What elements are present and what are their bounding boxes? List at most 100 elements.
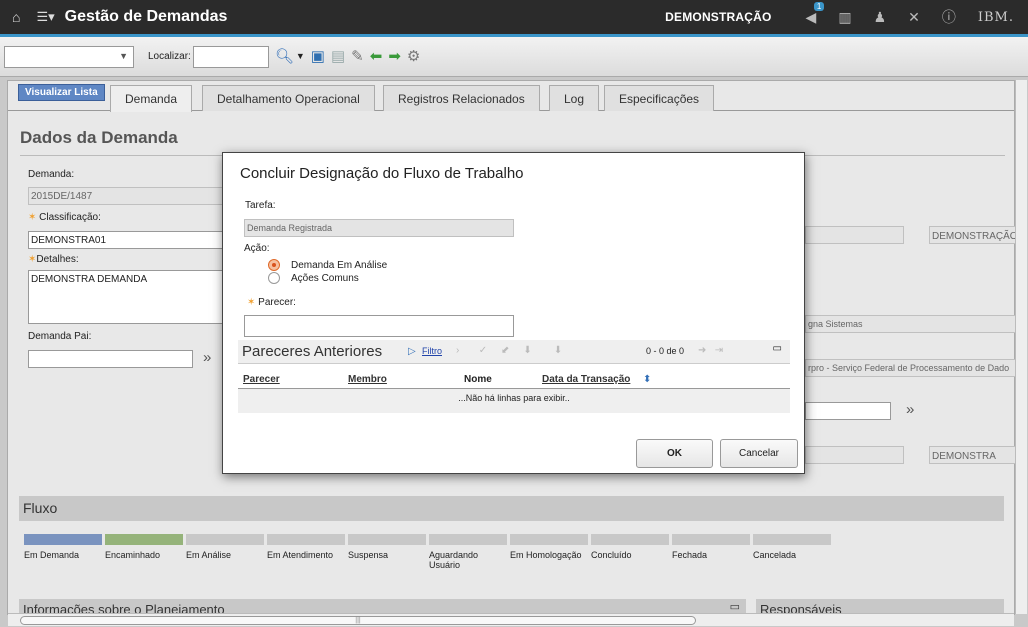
- option-radio-common[interactable]: [268, 272, 280, 284]
- bulletin-board-icon[interactable]: ◀ 1: [806, 1, 825, 26]
- right-field-5[interactable]: [805, 446, 904, 464]
- grid-title: Pareceres Anteriores: [242, 343, 383, 360]
- reports-icon[interactable]: ▥: [838, 9, 851, 26]
- flow-stage-label: Fechada: [672, 550, 708, 560]
- detail-menu-icon[interactable]: »: [203, 349, 211, 366]
- required-marker: ✶: [28, 212, 37, 223]
- details-label-text: Detalhes:: [36, 254, 79, 265]
- pager-text: 0 - 0 de 0: [646, 346, 685, 356]
- flow-stage-bar: [348, 534, 426, 545]
- profile-icon[interactable]: ♟: [874, 9, 887, 26]
- flow-stage-bar: [429, 534, 507, 545]
- app-title: Gestão de Demandas: [64, 8, 228, 25]
- pager-next-icon[interactable]: ➜ ⇥: [698, 345, 723, 356]
- flow-stage-bar: [267, 534, 345, 545]
- chevron-down-icon: ▼: [119, 50, 128, 61]
- ok-button[interactable]: OK: [636, 439, 713, 468]
- opinion-label-text: Parecer:: [258, 297, 296, 308]
- find-label: Localizar:: [148, 51, 191, 62]
- right-field-1[interactable]: DEMONSTRAÇÃO: [929, 226, 1017, 244]
- list-view-tab[interactable]: Visualizar Lista: [18, 84, 105, 101]
- option-label-common[interactable]: Ações Comuns: [291, 273, 359, 284]
- scroll-thumb[interactable]: |||: [20, 616, 696, 625]
- menu-icon[interactable]: ☰▾: [36, 9, 54, 25]
- col-transaction-date[interactable]: Data da Transação: [542, 374, 630, 385]
- search-icon[interactable]: 🔍︎: [275, 49, 294, 64]
- route-workflow-icon[interactable]: ⚙: [407, 49, 420, 64]
- flow-stage-label: Em Análise: [186, 550, 232, 560]
- header-actions: DEMONSTRAÇÃO ◀ 1 ▥ ♟ ✕ ⓘ IBM.: [665, 0, 1028, 34]
- tools-icon[interactable]: ✕: [908, 9, 920, 26]
- search-options-icon[interactable]: ▼: [296, 52, 305, 61]
- next-icon[interactable]: ➡: [388, 49, 401, 64]
- tab-specifications[interactable]: Especificações: [604, 85, 715, 111]
- horizontal-scrollbar[interactable]: |||: [8, 613, 1014, 626]
- help-icon[interactable]: ⓘ: [942, 7, 956, 27]
- demand-field[interactable]: 2015DE/1487: [28, 187, 224, 205]
- required-marker: ✶: [247, 297, 256, 308]
- dialog-title: Concluir Designação do Fluxo de Trabalho: [240, 165, 524, 182]
- task-field[interactable]: Demanda Registrada: [244, 219, 514, 237]
- opinion-label: ✶ Parecer:: [247, 297, 296, 308]
- previous-icon[interactable]: ⬅: [370, 49, 383, 64]
- app-header: ⌂ ☰▾ Gestão de Demandas DEMONSTRAÇÃO ◀ 1 …: [0, 0, 1028, 37]
- flow-stage-bar: [510, 534, 588, 545]
- flow-stage-bar: [753, 534, 831, 545]
- save-icon[interactable]: ▤: [331, 49, 345, 64]
- right-field-3[interactable]: rpro - Serviço Federal de Processamento …: [805, 359, 1017, 377]
- flow-stage-label: Encaminhado: [105, 550, 161, 560]
- col-opinion[interactable]: Parecer: [243, 374, 280, 385]
- grid-toolbar-icons: › ✓ ⬋ ⬇ ⬇: [456, 345, 563, 356]
- collapse-grid-icon[interactable]: ▭: [773, 343, 782, 354]
- flow-stage-bar: [105, 534, 183, 545]
- action-label: Ação:: [244, 243, 270, 254]
- classification-field[interactable]: DEMONSTRA01: [28, 231, 224, 249]
- opinion-input[interactable]: [244, 315, 514, 337]
- tab-demanda[interactable]: Demanda: [110, 85, 193, 112]
- ibm-logo: IBM.: [977, 9, 1014, 25]
- home-icon[interactable]: ⌂: [12, 9, 20, 25]
- col-member[interactable]: Membro: [348, 374, 387, 385]
- flow-stage-label: Em Demanda: [24, 550, 80, 560]
- section-title: Dados da Demanda: [20, 128, 178, 147]
- tab-operational-details[interactable]: Detalhamento Operacional: [202, 85, 375, 111]
- flow-stage-bar: [186, 534, 264, 545]
- new-record-icon[interactable]: ▣: [311, 49, 325, 64]
- classification-label: ✶ Classificação:: [28, 212, 101, 223]
- cancel-button[interactable]: Cancelar: [720, 439, 798, 468]
- option-label-analysis[interactable]: Demanda Em Análise: [291, 260, 387, 271]
- right-field-2[interactable]: gna Sistemas: [805, 315, 1017, 333]
- flow-stage-label: Concluído: [591, 550, 632, 560]
- details-label: ✶Detalhes:: [28, 254, 79, 265]
- flow-stage-bar: [672, 534, 750, 545]
- parent-demand-label: Demanda Pai:: [28, 331, 92, 342]
- vertical-scrollbar[interactable]: [1015, 80, 1027, 614]
- flow-title: Fluxo: [23, 500, 58, 516]
- flow-stage-label: Aguardando Usuário: [429, 550, 479, 570]
- details-field[interactable]: DEMONSTRA DEMANDA: [28, 270, 224, 324]
- task-label: Tarefa:: [245, 200, 276, 211]
- detail-menu-icon-2[interactable]: »: [906, 401, 914, 418]
- parent-demand-field[interactable]: [28, 350, 193, 368]
- query-select[interactable]: ▼: [4, 45, 134, 68]
- toolbar: ▼ Localizar: 🔍︎ ▼ ▣ ▤ ✎ ⬅ ➡ ⚙: [0, 37, 1028, 77]
- right-field-4[interactable]: [805, 402, 891, 420]
- tab-log[interactable]: Log: [549, 85, 600, 111]
- flow-stage-label: Suspensa: [348, 550, 389, 560]
- collapse-icon[interactable]: ▭: [730, 600, 740, 613]
- right-field-1b[interactable]: [805, 226, 904, 244]
- previous-opinions-header: Pareceres Anteriores ▷ Filtro › ✓ ⬋ ⬇ ⬇ …: [238, 340, 790, 364]
- filter-icon[interactable]: ▷: [408, 346, 416, 357]
- tab-related-records[interactable]: Registros Relacionados: [383, 85, 540, 111]
- edit-icon[interactable]: ✎: [351, 49, 364, 64]
- option-radio-analysis[interactable]: [268, 259, 280, 271]
- right-field-6[interactable]: DEMONSTRA: [929, 446, 1017, 464]
- sort-icon[interactable]: ⬍: [643, 374, 651, 385]
- grid-empty-message: ...Não há linhas para exibir..: [238, 389, 790, 413]
- flow-stage-label: Cancelada: [753, 550, 797, 560]
- col-name[interactable]: Nome: [464, 374, 492, 385]
- tab-bar: Visualizar Lista Demanda Detalhamento Op…: [8, 81, 1014, 112]
- demand-label: Demanda:: [28, 169, 75, 180]
- filter-link[interactable]: Filtro: [422, 346, 442, 356]
- find-input[interactable]: [192, 45, 269, 68]
